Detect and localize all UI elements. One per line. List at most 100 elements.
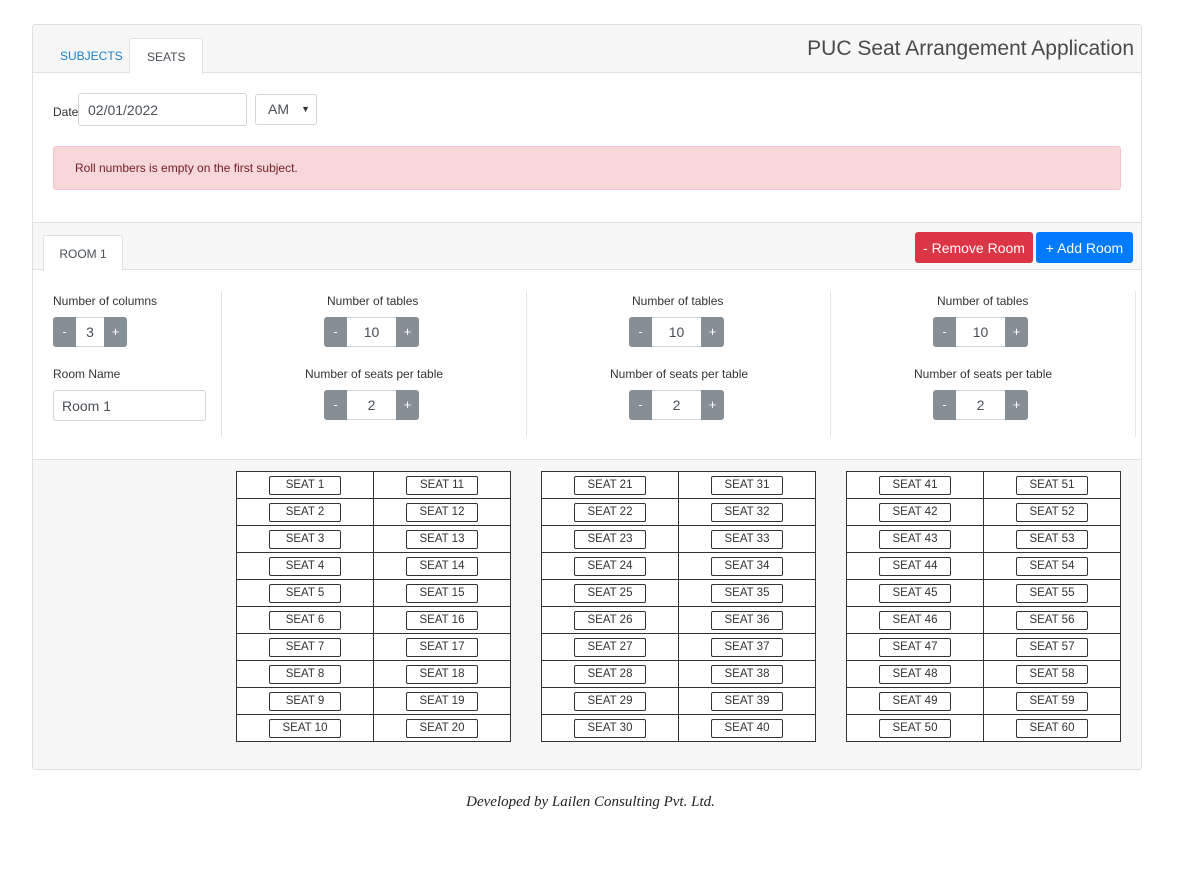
seats-minus-button[interactable]: - <box>629 390 652 420</box>
seat-button[interactable]: SEAT 4 <box>269 557 341 576</box>
seat-button[interactable]: SEAT 34 <box>711 557 783 576</box>
seat-button[interactable]: SEAT 41 <box>879 476 951 495</box>
columns-minus-button[interactable]: - <box>53 317 76 347</box>
tables-minus-button[interactable]: - <box>324 317 347 347</box>
seat-button[interactable]: SEAT 25 <box>574 584 646 603</box>
table-cell: SEAT 15 <box>373 579 511 607</box>
seat-button[interactable]: SEAT 13 <box>406 530 478 549</box>
seat-button[interactable]: SEAT 43 <box>879 530 951 549</box>
seat-button[interactable]: SEAT 27 <box>574 638 646 657</box>
seats-minus-button[interactable]: - <box>933 390 956 420</box>
seat-button[interactable]: SEAT 5 <box>269 584 341 603</box>
seat-button[interactable]: SEAT 42 <box>879 503 951 522</box>
columns-value[interactable]: 3 <box>76 317 104 347</box>
seat-button[interactable]: SEAT 22 <box>574 503 646 522</box>
seat-button[interactable]: SEAT 44 <box>879 557 951 576</box>
table-cell: SEAT 47 <box>846 633 984 661</box>
tables-plus-button[interactable]: + <box>1005 317 1028 347</box>
seat-button[interactable]: SEAT 52 <box>1016 503 1088 522</box>
seats-value[interactable]: 2 <box>347 390 396 420</box>
tables-value[interactable]: 10 <box>956 317 1005 347</box>
seat-button[interactable]: SEAT 15 <box>406 584 478 603</box>
remove-room-button[interactable]: - Remove Room <box>915 232 1033 263</box>
seat-button[interactable]: SEAT 55 <box>1016 584 1088 603</box>
column-divider <box>1135 291 1136 437</box>
seat-button[interactable]: SEAT 3 <box>269 530 341 549</box>
seat-button[interactable]: SEAT 19 <box>406 692 478 711</box>
seat-button[interactable]: SEAT 54 <box>1016 557 1088 576</box>
tables-plus-button[interactable]: + <box>701 317 724 347</box>
seat-button[interactable]: SEAT 9 <box>269 692 341 711</box>
seat-button[interactable]: SEAT 18 <box>406 665 478 684</box>
seats-plus-button[interactable]: + <box>1005 390 1028 420</box>
table-row: SEAT 25 SEAT 35 <box>541 579 816 607</box>
seat-button[interactable]: SEAT 56 <box>1016 611 1088 630</box>
seat-button[interactable]: SEAT 33 <box>711 530 783 549</box>
room-settings: Number of columns - 3 + Room Name Number… <box>33 271 1141 458</box>
seat-button[interactable]: SEAT 7 <box>269 638 341 657</box>
seats-value[interactable]: 2 <box>652 390 701 420</box>
seat-button[interactable]: SEAT 10 <box>269 719 341 738</box>
seat-button[interactable]: SEAT 45 <box>879 584 951 603</box>
table-cell: SEAT 53 <box>983 525 1121 553</box>
seat-button[interactable]: SEAT 60 <box>1016 719 1088 738</box>
seat-button[interactable]: SEAT 32 <box>711 503 783 522</box>
seat-button[interactable]: SEAT 17 <box>406 638 478 657</box>
seat-button[interactable]: SEAT 1 <box>269 476 341 495</box>
tables-value[interactable]: 10 <box>347 317 396 347</box>
seat-button[interactable]: SEAT 48 <box>879 665 951 684</box>
seat-button[interactable]: SEAT 6 <box>269 611 341 630</box>
seat-button[interactable]: SEAT 47 <box>879 638 951 657</box>
seat-button[interactable]: SEAT 40 <box>711 719 783 738</box>
seat-button[interactable]: SEAT 49 <box>879 692 951 711</box>
tables-value[interactable]: 10 <box>652 317 701 347</box>
seat-button[interactable]: SEAT 51 <box>1016 476 1088 495</box>
table-cell: SEAT 50 <box>846 714 984 742</box>
table-row: SEAT 22 SEAT 32 <box>541 498 816 526</box>
seat-button[interactable]: SEAT 16 <box>406 611 478 630</box>
seats-stepper: - 2 + <box>324 390 419 420</box>
seat-button[interactable]: SEAT 35 <box>711 584 783 603</box>
tables-minus-button[interactable]: - <box>629 317 652 347</box>
seat-button[interactable]: SEAT 14 <box>406 557 478 576</box>
seat-button[interactable]: SEAT 12 <box>406 503 478 522</box>
seat-button[interactable]: SEAT 31 <box>711 476 783 495</box>
seats-plus-button[interactable]: + <box>396 390 419 420</box>
seat-button[interactable]: SEAT 11 <box>406 476 478 495</box>
seat-button[interactable]: SEAT 58 <box>1016 665 1088 684</box>
seat-button[interactable]: SEAT 2 <box>269 503 341 522</box>
room-name-input[interactable] <box>53 390 206 421</box>
period-select[interactable]: AM ▼ <box>255 94 317 125</box>
seat-button[interactable]: SEAT 20 <box>406 719 478 738</box>
seats-minus-button[interactable]: - <box>324 390 347 420</box>
add-room-button[interactable]: + Add Room <box>1036 232 1133 263</box>
seat-button[interactable]: SEAT 21 <box>574 476 646 495</box>
columns-plus-button[interactable]: + <box>104 317 127 347</box>
tab-subjects[interactable]: SUBJECTS <box>43 38 140 74</box>
tab-seats[interactable]: SEATS <box>129 38 204 74</box>
tables-minus-button[interactable]: - <box>933 317 956 347</box>
table-cell: SEAT 34 <box>678 552 816 580</box>
seat-button[interactable]: SEAT 38 <box>711 665 783 684</box>
table-cell: SEAT 10 <box>236 714 374 742</box>
seat-button[interactable]: SEAT 29 <box>574 692 646 711</box>
seat-button[interactable]: SEAT 28 <box>574 665 646 684</box>
seat-button[interactable]: SEAT 53 <box>1016 530 1088 549</box>
seat-button[interactable]: SEAT 59 <box>1016 692 1088 711</box>
seat-button[interactable]: SEAT 57 <box>1016 638 1088 657</box>
seat-button[interactable]: SEAT 37 <box>711 638 783 657</box>
seat-button[interactable]: SEAT 26 <box>574 611 646 630</box>
seats-value[interactable]: 2 <box>956 390 1005 420</box>
seat-button[interactable]: SEAT 36 <box>711 611 783 630</box>
seat-button[interactable]: SEAT 8 <box>269 665 341 684</box>
seat-button[interactable]: SEAT 50 <box>879 719 951 738</box>
tables-plus-button[interactable]: + <box>396 317 419 347</box>
seat-button[interactable]: SEAT 23 <box>574 530 646 549</box>
date-input[interactable] <box>78 93 247 126</box>
seat-button[interactable]: SEAT 30 <box>574 719 646 738</box>
seat-button[interactable]: SEAT 46 <box>879 611 951 630</box>
seats-plus-button[interactable]: + <box>701 390 724 420</box>
seat-button[interactable]: SEAT 39 <box>711 692 783 711</box>
seat-button[interactable]: SEAT 24 <box>574 557 646 576</box>
tab-room-1[interactable]: ROOM 1 <box>43 235 123 271</box>
